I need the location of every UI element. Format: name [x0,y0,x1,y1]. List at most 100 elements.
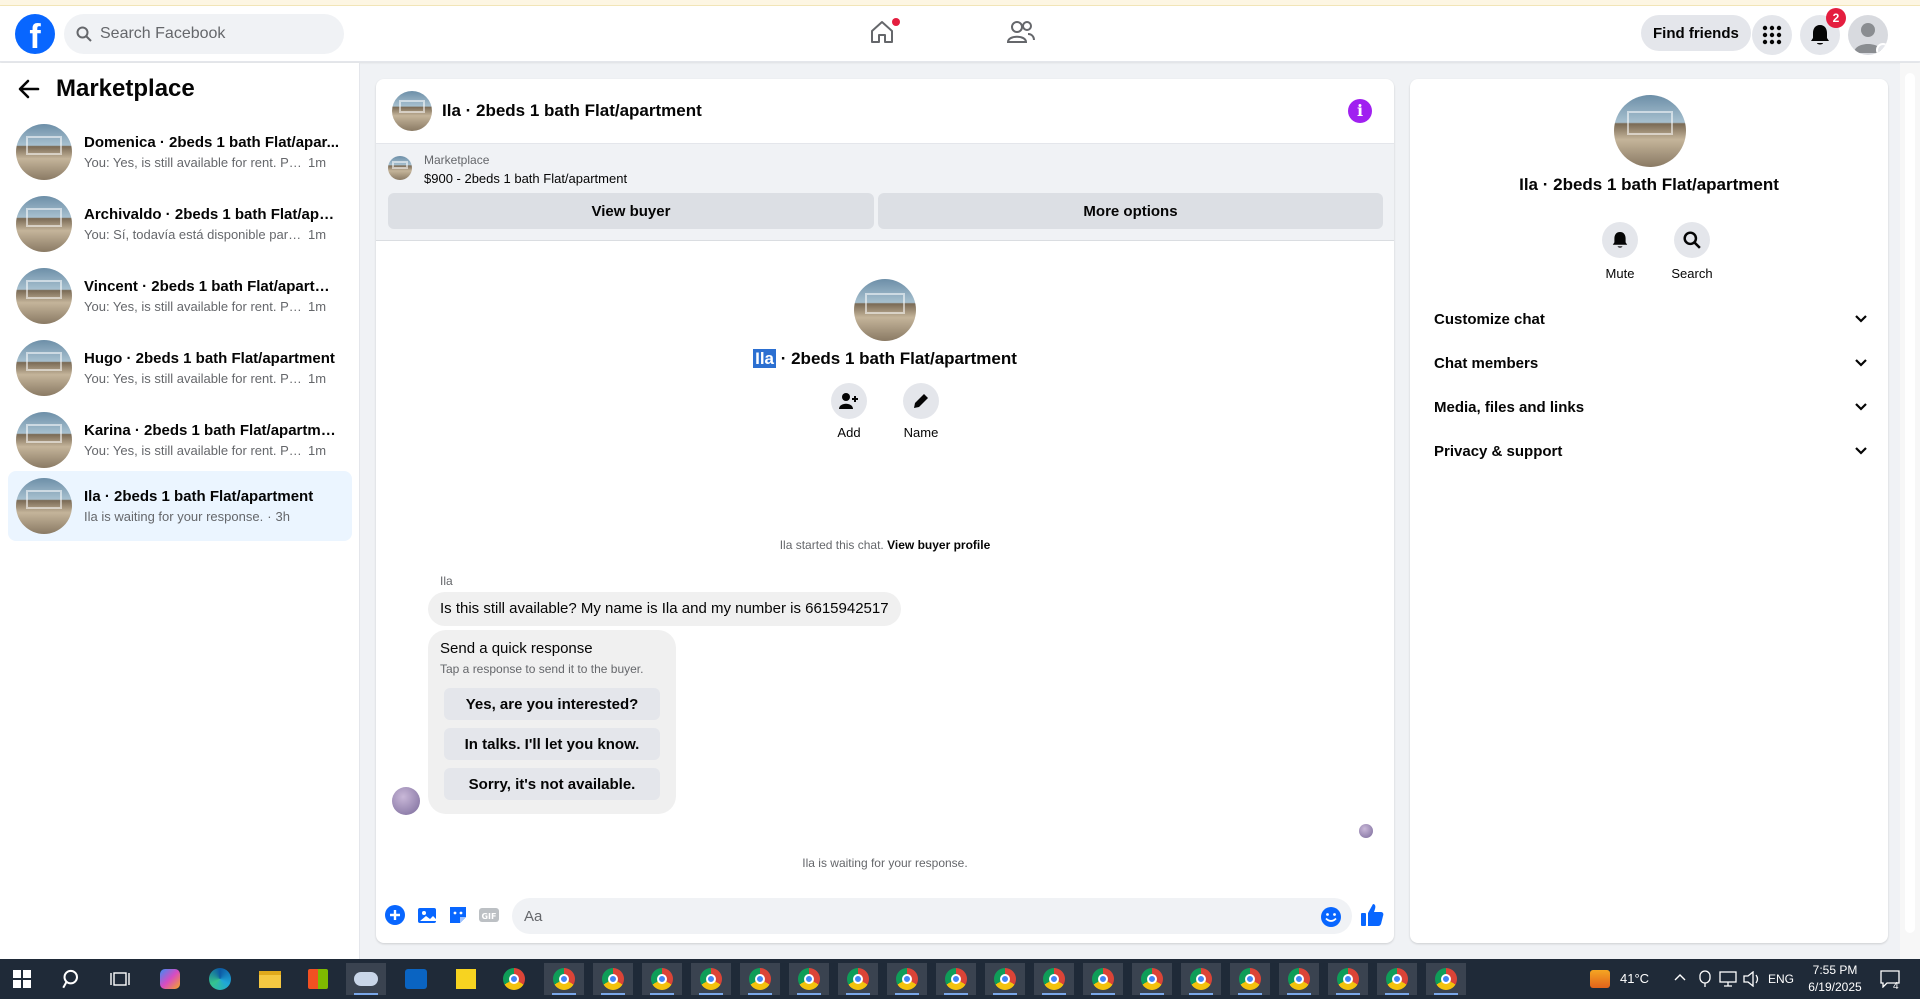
task-view-button[interactable] [100,963,140,995]
friends-tab[interactable] [1006,18,1038,50]
chrome-icon [1043,968,1065,990]
conversation-item-active[interactable]: Ila · 2beds 1 bath Flat/apartment Ila is… [8,471,352,541]
more-options-button[interactable]: More options [878,193,1383,229]
home-tab[interactable] [868,18,900,50]
taskbar-chrome[interactable] [1426,963,1466,995]
account-avatar[interactable] [1848,15,1888,55]
network-icon[interactable] [1719,971,1737,987]
taskbar-chrome[interactable] [494,963,534,995]
quick-response-yes[interactable]: Yes, are you interested? [444,688,660,720]
gif-icon[interactable]: GIF [478,904,500,926]
taskbar-store[interactable] [298,963,338,995]
mute-button[interactable]: Mute [1590,222,1650,281]
listing-thumbnail [16,340,72,396]
privacy-support-section[interactable]: Privacy & support [1418,431,1880,471]
back-arrow-icon[interactable] [18,75,46,103]
listing-thumbnail [16,412,72,468]
menu-button[interactable] [1752,15,1792,55]
taskbar-copilot[interactable] [150,963,190,995]
plus-circle-icon[interactable] [384,904,406,926]
search-box[interactable] [64,14,344,54]
taskbar-chrome[interactable] [642,963,682,995]
conversation-item[interactable]: Karina · 2beds 1 bath Flat/apartment You… [8,405,352,475]
weather-temperature[interactable]: 41°C [1620,971,1649,986]
volume-icon[interactable] [1743,971,1761,987]
start-button[interactable] [2,963,42,995]
selected-text: Ila [753,349,776,368]
thumbs-up-icon[interactable] [1359,902,1385,928]
chrome-icon [1239,968,1261,990]
taskbar-chrome[interactable] [936,963,976,995]
taskbar-chrome[interactable] [1034,963,1074,995]
taskbar-chrome[interactable] [789,963,829,995]
photo-icon[interactable] [416,904,438,926]
conversation-item[interactable]: Archivaldo · 2beds 1 bath Flat/apar... Y… [8,189,352,259]
taskbar-sticky-notes[interactable] [446,963,486,995]
name-chat-button[interactable]: Name [903,383,939,440]
sticker-icon[interactable] [447,904,469,926]
search-in-chat-button[interactable]: Search [1662,222,1722,281]
sender-avatar [392,787,420,815]
taskbar-chrome[interactable] [985,963,1025,995]
quick-response-in-talks[interactable]: In talks. I'll let you know. [444,728,660,760]
chevron-up-icon[interactable] [1674,973,1686,981]
taskbar-chrome[interactable] [593,963,633,995]
marketplace-label: Marketplace [424,153,490,167]
chat-members-section[interactable]: Chat members [1418,343,1880,383]
page-scrollbar[interactable] [1900,63,1920,959]
taskbar-chrome[interactable] [691,963,731,995]
view-buyer-button[interactable]: View buyer [388,193,874,229]
chat-title[interactable]: Ila · 2beds 1 bath Flat/apartment [442,101,702,121]
taskbar-chrome[interactable] [1230,963,1270,995]
chrome-icon [945,968,967,990]
language-indicator[interactable]: ENG [1768,972,1794,986]
search-icon [1683,231,1701,249]
listing-price-title[interactable]: $900 - 2beds 1 bath Flat/apartment [424,171,627,186]
taskbar-chrome[interactable] [1279,963,1319,995]
emoji-icon[interactable] [1320,906,1342,928]
taskbar-chrome[interactable] [838,963,878,995]
taskbar-chrome[interactable] [1083,963,1123,995]
view-buyer-profile-link[interactable]: View buyer profile [887,538,990,552]
conversation-item[interactable]: Vincent · 2beds 1 bath Flat/apartm... Yo… [8,261,352,331]
listing-thumbnail [388,156,412,180]
taskbar-file-explorer[interactable] [250,963,290,995]
chevron-down-icon [1855,359,1867,367]
taskbar-app[interactable] [346,963,386,995]
add-people-button[interactable]: Add [831,383,867,440]
marketplace-listing-bar: Marketplace $900 - 2beds 1 bath Flat/apa… [376,143,1394,241]
taskbar-chrome[interactable] [887,963,927,995]
waiting-status: Ila is waiting for your response. [802,856,968,870]
message-input[interactable] [512,898,1352,934]
conversation-name: Hugo · 2beds 1 bath Flat/apartment [84,350,335,367]
conversation-time: 1m [308,299,327,314]
message-composer: GIF [376,889,1394,943]
conversation-item[interactable]: Hugo · 2beds 1 bath Flat/apartment You: … [8,333,352,403]
taskbar-chrome[interactable] [544,963,584,995]
taskbar-chrome[interactable] [1132,963,1172,995]
facebook-logo-icon[interactable]: f [15,14,55,54]
chat-intro: Ila · 2beds 1 bath Flat/apartment Add Na… [376,279,1394,440]
quick-response-not-available[interactable]: Sorry, it's not available. [444,768,660,800]
chat-thumbnail[interactable] [392,91,432,131]
customize-chat-section[interactable]: Customize chat [1418,299,1880,339]
taskbar-search-button[interactable] [52,963,92,995]
media-files-links-section[interactable]: Media, files and links [1418,387,1880,427]
meet-icon[interactable] [1697,970,1713,988]
search-input[interactable] [100,25,320,43]
friends-icon [1006,21,1035,43]
taskbar-chrome[interactable] [740,963,780,995]
taskbar-chrome[interactable] [1328,963,1368,995]
weather-icon[interactable] [1590,970,1610,988]
info-icon[interactable]: i [1348,99,1372,123]
taskbar-edge[interactable] [200,963,240,995]
taskbar-chrome-focused[interactable] [1181,963,1221,995]
taskbar-outlook[interactable] [396,963,436,995]
conversation-item[interactable]: Domenica · 2beds 1 bath Flat/apar... You… [8,117,352,187]
outlook-icon [405,969,427,989]
find-friends-button[interactable]: Find friends [1641,15,1751,51]
conversation-preview: You: Yes, is still available for rent. P… [84,443,304,458]
listing-thumbnail [16,196,72,252]
system-clock[interactable]: 7:55 PM 6/19/2025 [1805,962,1865,996]
taskbar-chrome[interactable] [1377,963,1417,995]
